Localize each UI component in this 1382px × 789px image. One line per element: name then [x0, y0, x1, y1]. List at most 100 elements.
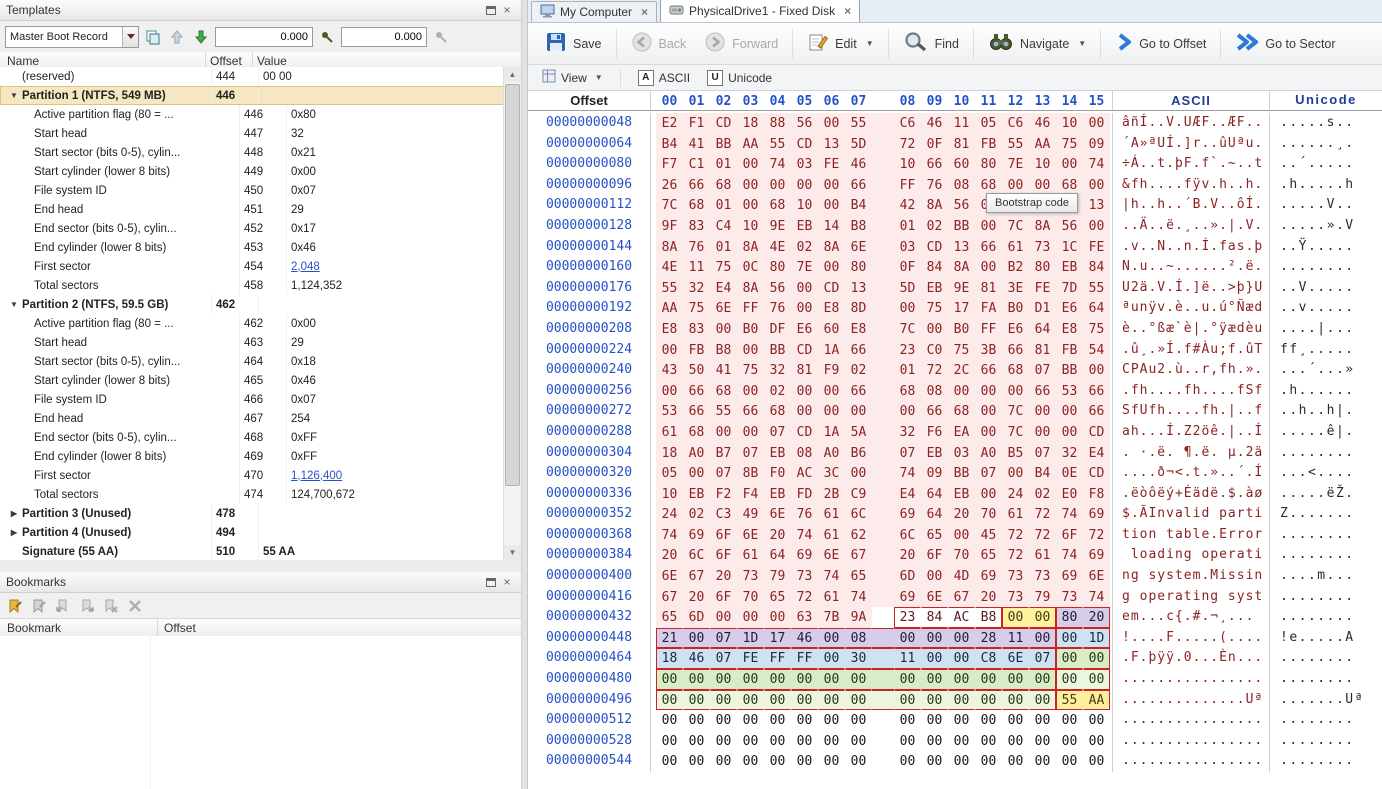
hex-byte[interactable]: E6 — [1056, 298, 1083, 319]
hex-byte[interactable]: 00 — [1083, 216, 1110, 237]
hex-byte[interactable]: 68 — [1002, 360, 1029, 381]
hex-byte[interactable]: FF — [791, 648, 818, 669]
hex-byte[interactable]: 6F — [1056, 525, 1083, 546]
unicode-cell[interactable]: ........ — [1270, 751, 1382, 772]
hex-byte[interactable]: 00 — [1029, 690, 1056, 711]
hex-byte[interactable]: 00 — [948, 648, 975, 669]
hex-byte[interactable]: 68 — [764, 401, 791, 422]
hex-byte[interactable]: 00 — [737, 751, 764, 772]
hex-byte[interactable]: B8 — [845, 216, 872, 237]
hex-byte[interactable]: 41 — [683, 134, 710, 155]
hex-byte[interactable]: 11 — [683, 257, 710, 278]
hex-byte[interactable]: 64 — [1029, 319, 1056, 340]
templates-scrollbar[interactable]: ▲ ▼ — [503, 67, 521, 560]
ascii-toggle-button[interactable]: A ASCII — [633, 68, 695, 88]
hex-byte[interactable]: B2 — [1002, 257, 1029, 278]
hex-byte[interactable]: 76 — [764, 298, 791, 319]
hex-byte[interactable]: 68 — [948, 401, 975, 422]
hex-byte[interactable]: 00 — [1029, 628, 1056, 649]
template-field-row[interactable]: (reserved)44400 00 — [0, 67, 504, 86]
hex-byte[interactable]: 64 — [921, 484, 948, 505]
hex-byte[interactable]: 00 — [1029, 710, 1056, 731]
template-field-row[interactable]: Start head44732 — [0, 124, 504, 143]
hex-byte[interactable]: 83 — [683, 216, 710, 237]
hex-byte[interactable]: AA — [656, 298, 683, 319]
hex-byte[interactable]: 00 — [710, 669, 737, 690]
hex-byte[interactable]: 43 — [656, 360, 683, 381]
hex-byte[interactable]: 13 — [818, 134, 845, 155]
hex-byte[interactable]: C1 — [683, 154, 710, 175]
hex-byte[interactable]: 00 — [1083, 751, 1110, 772]
hex-byte[interactable]: CD — [1083, 463, 1110, 484]
hex-byte[interactable]: 55 — [656, 278, 683, 299]
hex-byte[interactable]: 00 — [921, 648, 948, 669]
hex-byte[interactable]: 00 — [764, 751, 791, 772]
hex-byte[interactable]: 00 — [818, 731, 845, 752]
hex-byte[interactable]: 75 — [1083, 319, 1110, 340]
hex-byte[interactable]: 0F — [894, 257, 921, 278]
hex-byte[interactable]: FB — [1056, 340, 1083, 361]
unicode-cell[interactable]: .......Uª — [1270, 690, 1382, 711]
hex-byte[interactable]: 9A — [845, 607, 872, 628]
unicode-cell[interactable]: ..´..... — [1270, 154, 1382, 175]
hex-byte[interactable]: 00 — [975, 669, 1002, 690]
hex-byte[interactable]: A0 — [683, 443, 710, 464]
hex-byte[interactable]: 00 — [1056, 731, 1083, 752]
hex-byte[interactable]: 00 — [737, 710, 764, 731]
hex-byte[interactable]: 75 — [1056, 134, 1083, 155]
hex-byte[interactable]: 00 — [656, 731, 683, 752]
hex-byte[interactable]: 6E — [818, 545, 845, 566]
hex-byte[interactable]: 00 — [656, 381, 683, 402]
hex-byte[interactable]: E4 — [1083, 443, 1110, 464]
hex-byte[interactable]: 10 — [791, 195, 818, 216]
hex-byte[interactable]: 00 — [818, 401, 845, 422]
hex-byte[interactable]: 00 — [1029, 401, 1056, 422]
hex-byte[interactable]: 09 — [921, 463, 948, 484]
hex-byte[interactable]: 66 — [1083, 401, 1110, 422]
hex-byte[interactable]: E6 — [1002, 319, 1029, 340]
hex-byte[interactable]: 62 — [845, 525, 872, 546]
close-tab-icon[interactable]: × — [641, 5, 648, 19]
hex-byte[interactable]: 81 — [1029, 340, 1056, 361]
hex-byte[interactable]: 00 — [975, 381, 1002, 402]
hex-byte[interactable]: 00 — [1029, 669, 1056, 690]
ascii-cell[interactable]: ªunÿv.è..u.ú°Ñæd — [1113, 298, 1270, 319]
hex-byte[interactable]: 23 — [894, 340, 921, 361]
hex-byte[interactable]: 66 — [921, 401, 948, 422]
hex-byte[interactable]: A0 — [818, 443, 845, 464]
hex-byte[interactable]: 70 — [975, 504, 1002, 525]
hex-byte[interactable]: 00 — [975, 401, 1002, 422]
hex-byte[interactable]: C8 — [975, 648, 1002, 669]
hex-byte[interactable]: C6 — [1002, 113, 1029, 134]
hex-byte[interactable]: FB — [683, 340, 710, 361]
hex-byte[interactable]: B8 — [975, 607, 1002, 628]
hex-byte[interactable]: 7C — [1002, 216, 1029, 237]
hex-byte[interactable]: 8D — [845, 298, 872, 319]
hex-byte[interactable]: 56 — [791, 113, 818, 134]
hex-byte[interactable]: 00 — [845, 710, 872, 731]
hex-byte[interactable]: 00 — [764, 669, 791, 690]
hex-byte[interactable]: 08 — [921, 381, 948, 402]
ascii-cell[interactable]: U2ä.V.Í.]ë..>þ}U — [1113, 278, 1270, 299]
hex-byte[interactable]: 00 — [710, 751, 737, 772]
hex-byte[interactable]: 65 — [975, 545, 1002, 566]
hex-byte[interactable]: 00 — [894, 669, 921, 690]
hex-byte[interactable]: 54 — [1083, 340, 1110, 361]
hex-byte[interactable]: 00 — [894, 731, 921, 752]
scroll-up-icon[interactable]: ▲ — [504, 67, 521, 82]
hex-byte[interactable]: 02 — [791, 237, 818, 258]
hex-byte[interactable]: 7C — [656, 195, 683, 216]
edit-bookmark-icon[interactable] — [30, 597, 48, 615]
hex-byte[interactable]: 00 — [975, 484, 1002, 505]
hex-byte[interactable]: 7C — [894, 319, 921, 340]
hex-byte[interactable]: 00 — [1056, 648, 1083, 669]
hex-byte[interactable]: 6E — [921, 587, 948, 608]
template-field-row[interactable]: ▶Partition 3 (Unused)478 — [0, 504, 504, 523]
hex-byte[interactable]: 00 — [975, 422, 1002, 443]
hex-byte[interactable]: 4E — [656, 257, 683, 278]
delete-all-bookmarks-icon[interactable] — [126, 597, 144, 615]
hex-byte[interactable]: 00 — [1002, 381, 1029, 402]
template-field-row[interactable]: Start sector (bits 0-5), cylin...4640x18 — [0, 352, 504, 371]
hex-byte[interactable]: 14 — [818, 216, 845, 237]
hex-byte[interactable]: 00 — [1002, 607, 1029, 628]
